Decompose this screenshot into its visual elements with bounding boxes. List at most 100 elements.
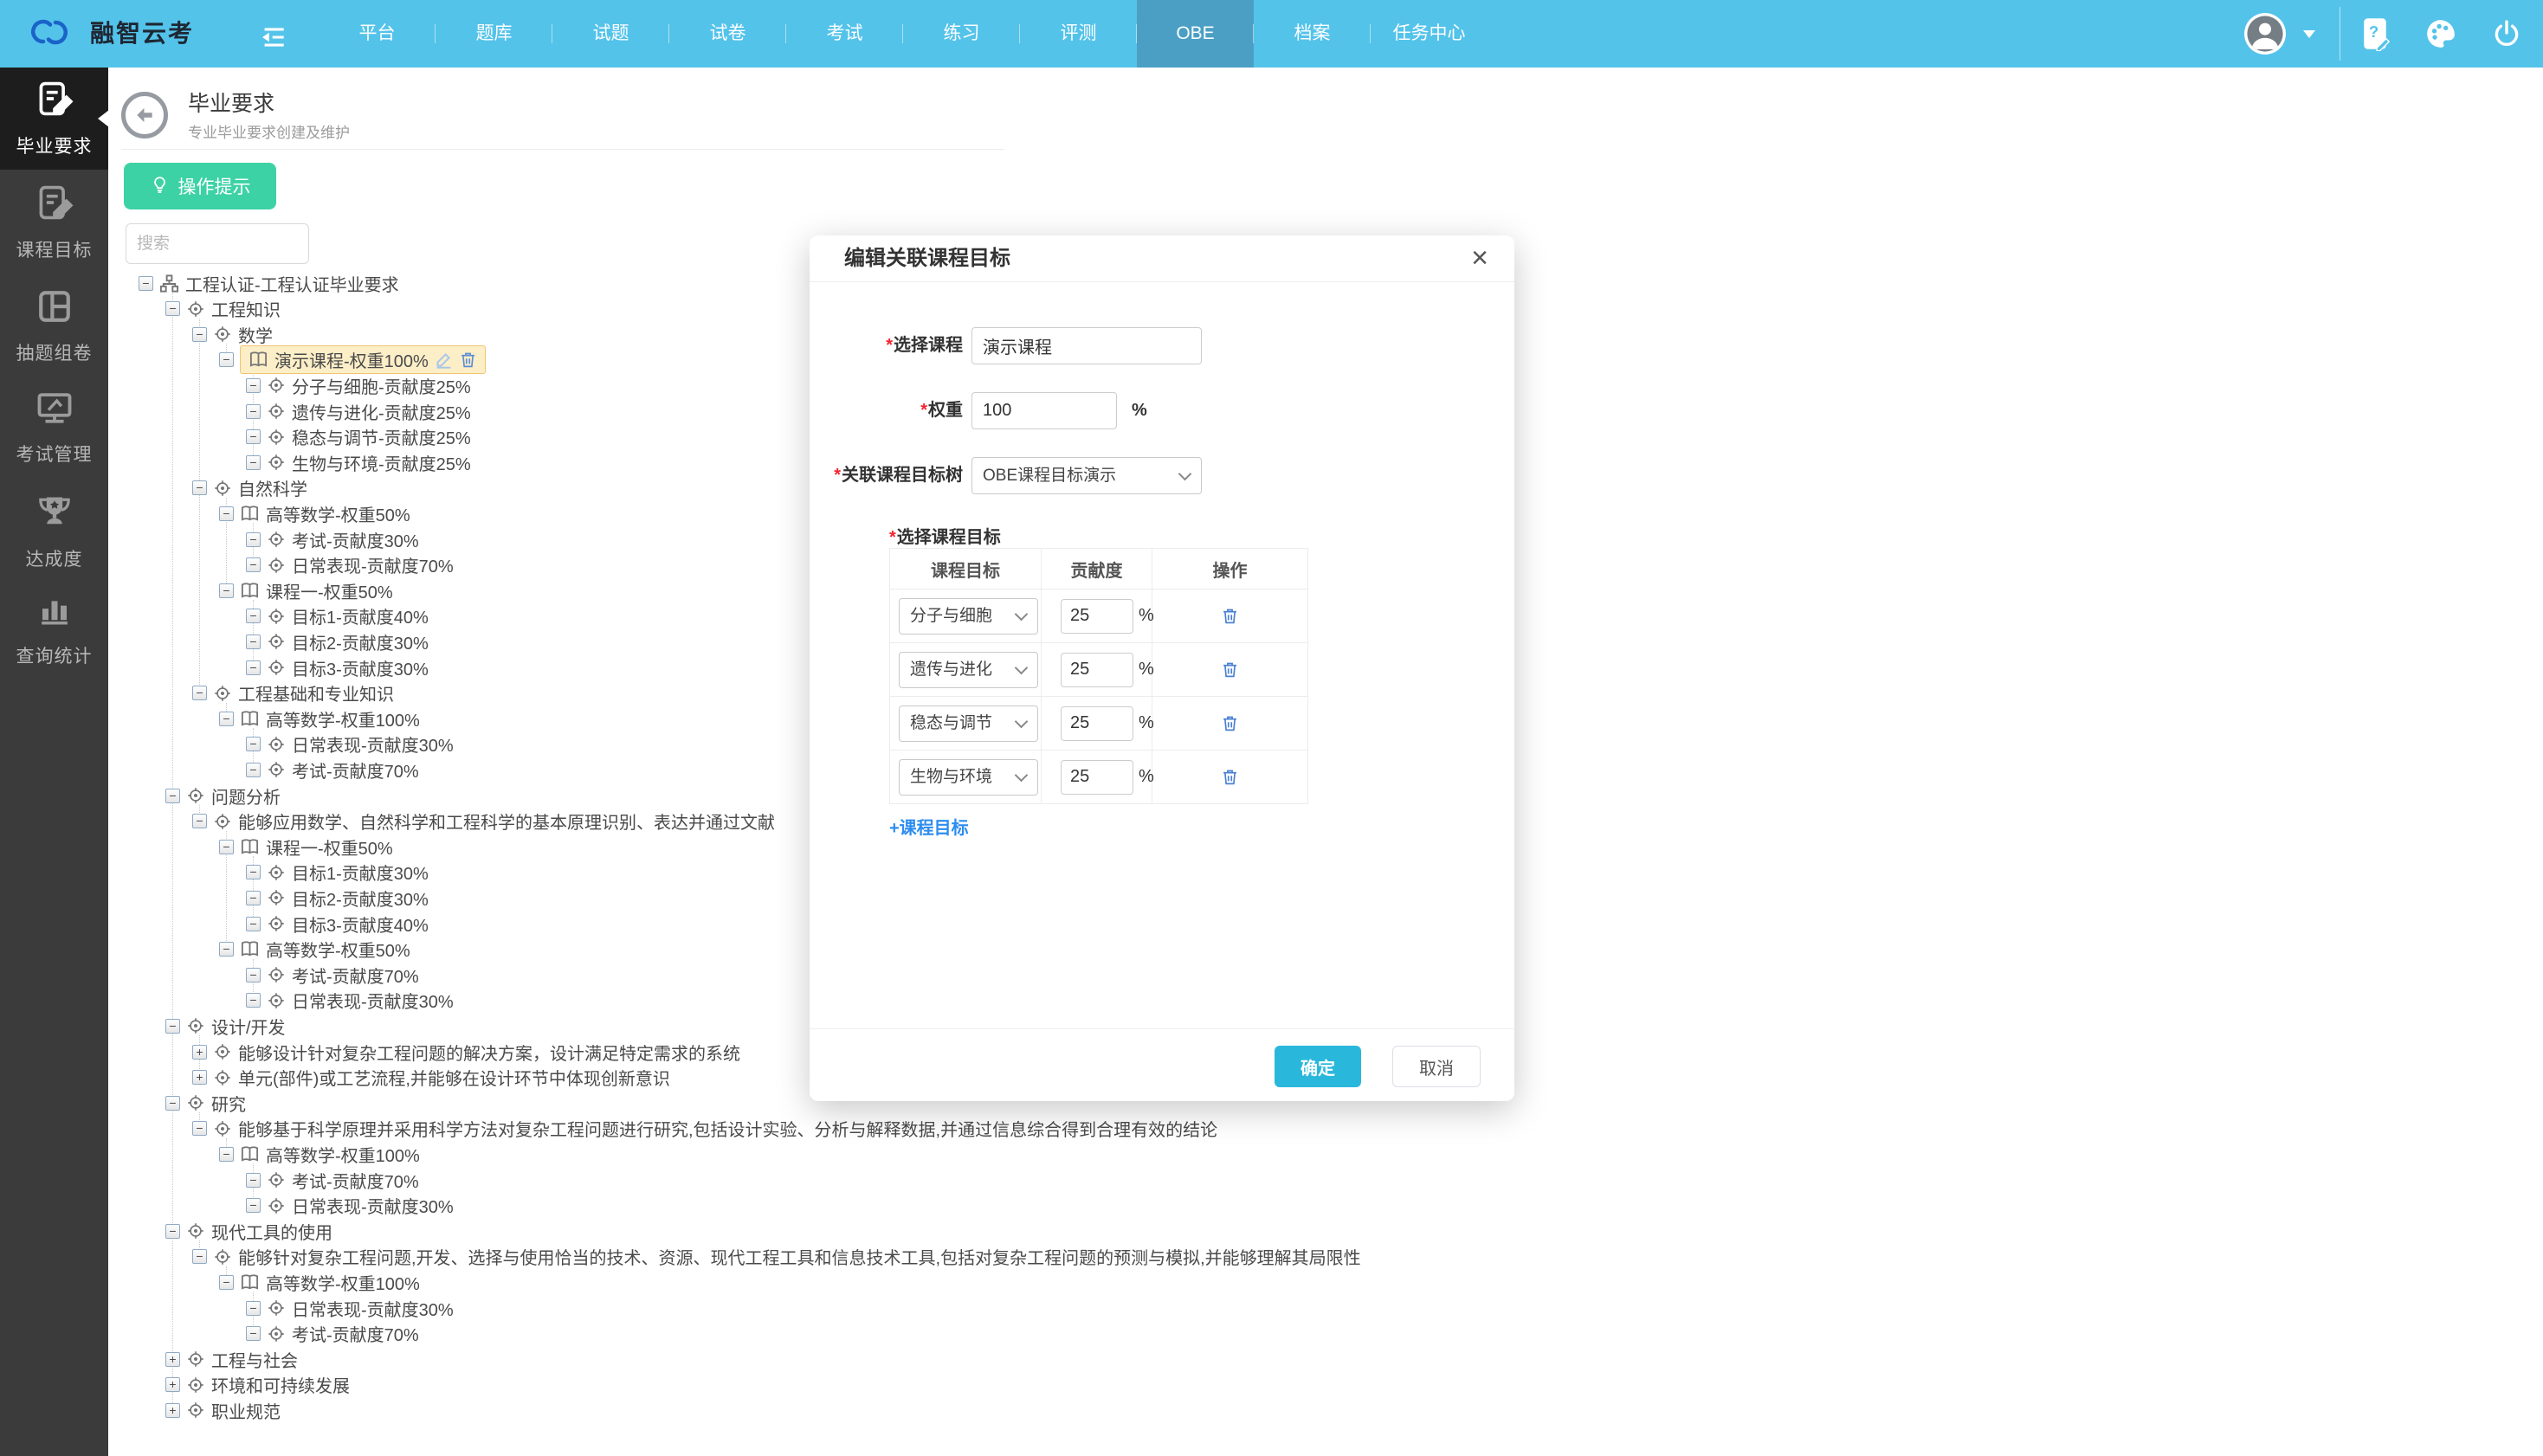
tree-toggle-minus-icon[interactable]: − — [246, 404, 261, 419]
tree-node-label[interactable]: 高等数学-权重50% — [266, 937, 410, 962]
tree-node-label[interactable]: 能够基于科学原理并采用科学方法对复杂工程问题进行研究,包括设计实验、分析与解释数… — [238, 1116, 1217, 1141]
tree-node-label[interactable]: 自然科学 — [238, 475, 307, 500]
tree-toggle-plus-icon[interactable]: + — [192, 1045, 207, 1060]
tree-toggle-minus-icon[interactable]: − — [246, 532, 261, 547]
objective-tree-select[interactable]: OBE课程目标演示 — [971, 457, 1202, 494]
tree-toggle-minus-icon[interactable]: − — [246, 917, 261, 931]
tree-node-label[interactable]: 演示课程-权重100% — [274, 347, 429, 372]
tree-toggle-minus-icon[interactable]: − — [246, 429, 261, 444]
tree-node-label[interactable]: 工程知识 — [211, 296, 281, 321]
tree-toggle-minus-icon[interactable]: − — [219, 942, 234, 957]
topbar-menu-item-平台[interactable]: 平台 — [319, 0, 436, 68]
trash-icon[interactable] — [459, 351, 477, 369]
tree-node-label[interactable]: 高等数学-权重100% — [266, 1270, 420, 1295]
tree-toggle-minus-icon[interactable]: − — [246, 865, 261, 879]
tree-toggle-plus-icon[interactable]: + — [165, 1352, 180, 1367]
topbar-menu-item-任务中心[interactable]: 任务中心 — [1371, 0, 1488, 68]
tree-node-label[interactable]: 考试-贡献度70% — [292, 963, 419, 988]
tree-toggle-plus-icon[interactable]: + — [165, 1403, 180, 1418]
sidebar-item-毕业要求[interactable]: 毕业要求 — [0, 68, 108, 170]
tree-toggle-minus-icon[interactable]: − — [192, 480, 207, 495]
tree-node-label[interactable]: 现代工具的使用 — [211, 1219, 332, 1244]
tree-node-label[interactable]: 课程一-权重50% — [266, 834, 393, 860]
confirm-button[interactable]: 确定 — [1275, 1046, 1361, 1087]
tree-node-label[interactable]: 日常表现-贡献度30% — [292, 1193, 454, 1218]
tree-node-label[interactable]: 工程认证-工程认证毕业要求 — [185, 271, 399, 296]
tree-node-label[interactable]: 日常表现-贡献度30% — [292, 731, 454, 757]
topbar-menu-item-试卷[interactable]: 试卷 — [669, 0, 786, 68]
tree-node-label[interactable]: 目标3-贡献度40% — [292, 912, 429, 937]
tree-node-label[interactable]: 数学 — [238, 322, 273, 347]
tree-toggle-minus-icon[interactable]: − — [246, 557, 261, 572]
cancel-button[interactable]: 取消 — [1392, 1046, 1481, 1087]
tree-node-label[interactable]: 考试-贡献度70% — [292, 757, 419, 783]
tree-toggle-minus-icon[interactable]: − — [165, 1019, 180, 1034]
tree-toggle-minus-icon[interactable]: − — [246, 891, 261, 905]
tree-node-label[interactable]: 问题分析 — [211, 783, 281, 809]
tree-node-label[interactable]: 高等数学-权重100% — [266, 1142, 420, 1167]
add-objective-link[interactable]: +课程目标 — [889, 814, 969, 839]
close-icon[interactable]: × — [1471, 241, 1488, 275]
tree-node-label[interactable]: 稳态与调节-贡献度25% — [292, 424, 471, 449]
tree-node-label[interactable]: 日常表现-贡献度70% — [292, 552, 454, 577]
tree-node-label[interactable]: 职业规范 — [211, 1398, 281, 1423]
topbar-menu-item-评测[interactable]: 评测 — [1020, 0, 1137, 68]
tree-toggle-minus-icon[interactable]: − — [246, 378, 261, 393]
tree-node-label[interactable]: 能够设计针对复杂工程问题的解决方案，设计满足特定需求的系统 — [238, 1040, 740, 1065]
tree-toggle-minus-icon[interactable]: − — [219, 712, 234, 726]
objective-select[interactable]: 分子与细胞 — [899, 598, 1038, 635]
tree-toggle-minus-icon[interactable]: − — [246, 763, 261, 777]
tree-toggle-minus-icon[interactable]: − — [219, 506, 234, 521]
tree-node-label[interactable]: 考试-贡献度70% — [292, 1168, 419, 1193]
avatar-caret-icon[interactable] — [2303, 0, 2315, 68]
tree-toggle-minus-icon[interactable]: − — [246, 635, 261, 649]
sidebar-item-查询统计[interactable]: 查询统计 — [0, 578, 108, 680]
sidebar-item-考试管理[interactable]: 考试管理 — [0, 377, 108, 479]
collapse-menu-icon[interactable] — [260, 26, 287, 53]
course-input[interactable] — [971, 327, 1202, 364]
tree-toggle-minus-icon[interactable]: − — [219, 1147, 234, 1162]
tree-toggle-minus-icon[interactable]: − — [165, 1096, 180, 1111]
contribution-input[interactable] — [1061, 653, 1133, 687]
tree-toggle-minus-icon[interactable]: − — [165, 301, 180, 316]
tree-node-label[interactable]: 日常表现-贡献度30% — [292, 988, 454, 1013]
tree-toggle-minus-icon[interactable]: − — [192, 1121, 207, 1136]
tree-toggle-plus-icon[interactable]: + — [192, 1070, 207, 1085]
trash-icon[interactable] — [1217, 603, 1242, 628]
tree-toggle-minus-icon[interactable]: − — [192, 327, 207, 342]
tree-node-label[interactable]: 目标1-贡献度30% — [292, 860, 429, 885]
tree-node-label[interactable]: 研究 — [211, 1091, 246, 1116]
contribution-input[interactable] — [1061, 706, 1133, 741]
objective-select[interactable]: 稳态与调节 — [899, 705, 1038, 742]
objective-select[interactable]: 遗传与进化 — [899, 652, 1038, 688]
topbar-menu-item-OBE[interactable]: OBE — [1137, 0, 1254, 68]
tree-toggle-minus-icon[interactable]: − — [192, 814, 207, 828]
tree-node-label[interactable]: 工程基础和专业知识 — [238, 680, 394, 705]
palette-icon[interactable] — [2424, 0, 2457, 68]
tree-toggle-minus-icon[interactable]: − — [246, 1173, 261, 1188]
tree-toggle-minus-icon[interactable]: − — [219, 583, 234, 598]
tree-toggle-minus-icon[interactable]: − — [165, 789, 180, 803]
sidebar-item-抽题组卷[interactable]: 抽题组卷 — [0, 275, 108, 377]
tree-toggle-minus-icon[interactable]: − — [219, 352, 234, 367]
tree-node-label[interactable]: 日常表现-贡献度30% — [292, 1296, 454, 1321]
sidebar-item-课程目标[interactable]: 课程目标 — [0, 171, 108, 274]
weight-input[interactable] — [971, 392, 1117, 429]
tree-node-label[interactable]: 能够针对复杂工程问题,开发、选择与使用恰当的技术、资源、现代工程工具和信息技术工… — [238, 1244, 1361, 1269]
tree-node-label[interactable]: 设计/开发 — [211, 1014, 286, 1039]
tree-node-label[interactable]: 生物与环境-贡献度25% — [292, 450, 471, 475]
tree-node-label[interactable]: 能够应用数学、自然科学和工程科学的基本原理识别、表达并通过文献 — [238, 809, 775, 834]
power-icon[interactable] — [2492, 0, 2521, 68]
tree-toggle-minus-icon[interactable]: − — [219, 840, 234, 854]
tree-toggle-minus-icon[interactable]: − — [246, 660, 261, 675]
tree-node-label[interactable]: 目标2-贡献度30% — [292, 629, 429, 654]
tree-toggle-minus-icon[interactable]: − — [246, 993, 261, 1008]
tree-node-label[interactable]: 目标1-贡献度40% — [292, 603, 429, 628]
tree-node-label[interactable]: 目标3-贡献度30% — [292, 655, 429, 680]
topbar-menu-item-练习[interactable]: 练习 — [903, 0, 1020, 68]
edit-icon[interactable] — [435, 351, 453, 369]
tree-toggle-minus-icon[interactable]: − — [246, 737, 261, 751]
topbar-menu-item-试题[interactable]: 试题 — [552, 0, 669, 68]
sidebar-item-达成度[interactable]: 达成度 — [0, 480, 108, 583]
tree-toggle-minus-icon[interactable]: − — [246, 455, 261, 470]
